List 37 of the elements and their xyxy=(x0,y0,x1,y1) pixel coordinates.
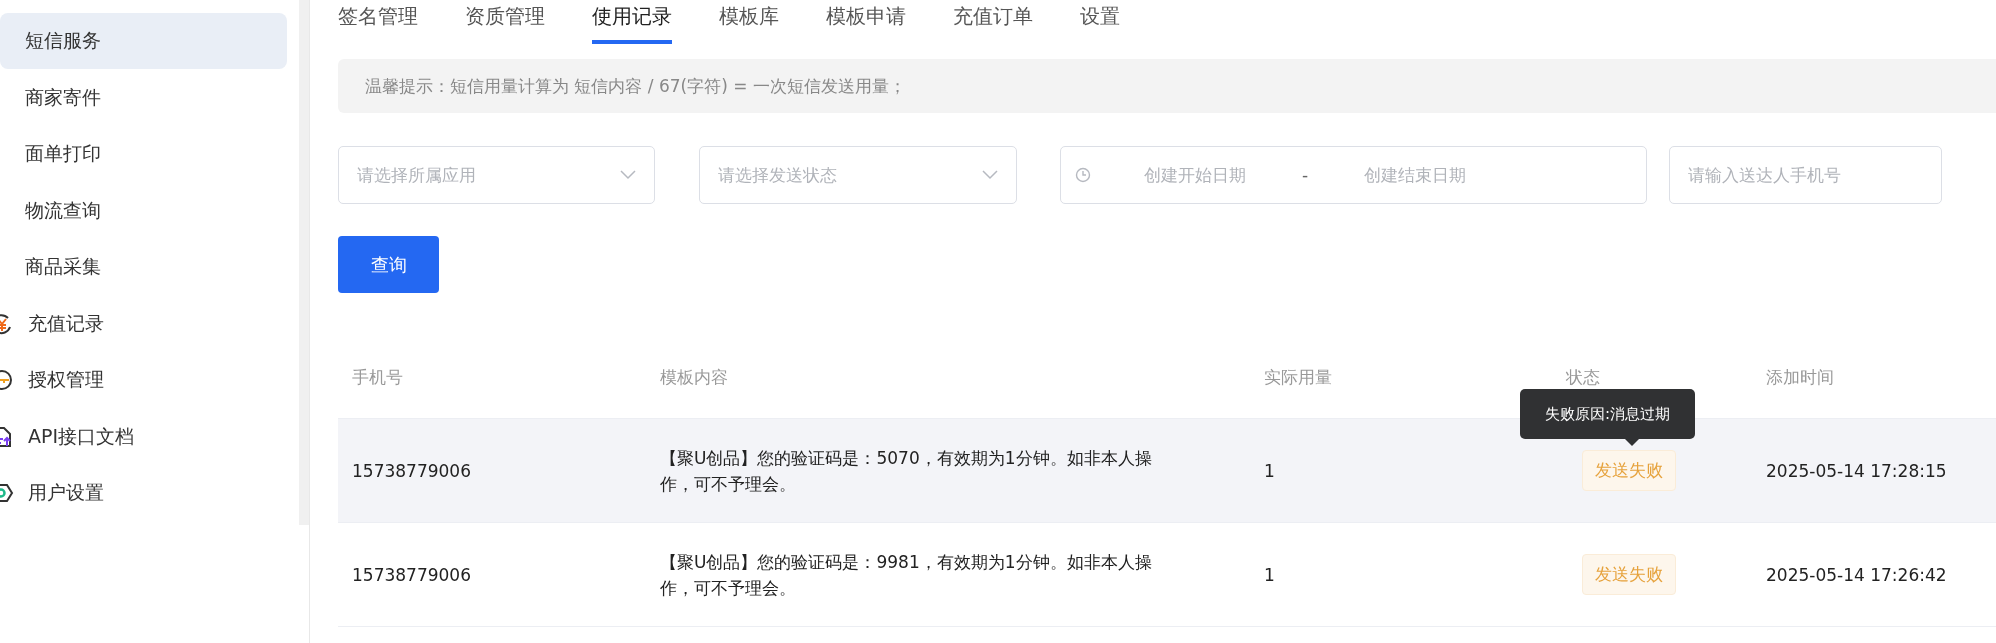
sidebar-item[interactable]: 用户设置 xyxy=(0,465,288,521)
tab[interactable]: 模板申请 xyxy=(826,0,906,44)
sidebar-item[interactable]: 物流查询 xyxy=(0,182,288,239)
usage-count: 1 xyxy=(1264,460,1275,481)
tab[interactable]: 使用记录 xyxy=(592,0,672,44)
phone-number: 15738779006 xyxy=(352,564,471,585)
notice-bar: 温馨提示：短信用量计算为 短信内容 / 67(字符) = 一次短信发送用量； xyxy=(338,59,1996,113)
tab[interactable]: 设置 xyxy=(1080,0,1120,44)
clock-icon xyxy=(1075,167,1091,183)
sidebar-item[interactable]: 短信服务 xyxy=(0,13,288,69)
usage-count: 1 xyxy=(1264,564,1275,585)
added-time: 2025-05-14 17:26:42 xyxy=(1766,564,1947,585)
sidebar-item[interactable]: 授权管理 xyxy=(0,352,288,408)
date-range-picker[interactable]: 创建开始日期 - 创建结束日期 xyxy=(1060,146,1647,204)
tab[interactable]: 资质管理 xyxy=(465,0,545,44)
column-header: 手机号 xyxy=(351,366,404,387)
column-header: 添加时间 xyxy=(1765,366,1835,387)
phone-number: 15738779006 xyxy=(352,460,471,481)
tab[interactable]: 充值订单 xyxy=(953,0,1033,44)
sidebar-item[interactable]: 面单打印 xyxy=(0,126,288,182)
sidebar-item[interactable]: 充值记录 xyxy=(0,295,288,352)
sidebar-item[interactable]: 商品采集 xyxy=(0,239,288,295)
chevron-down-icon xyxy=(620,170,636,180)
template-content: 【聚U创品】您的验证码是：9981，有效期为1分钟。如非本人操作，可不予理会。 xyxy=(660,550,1152,600)
tab[interactable]: 签名管理 xyxy=(338,0,418,44)
column-header: 实际用量 xyxy=(1263,366,1333,387)
template-content: 【聚U创品】您的验证码是：5070，有效期为1分钟。如非本人操作，可不予理会。 xyxy=(660,446,1152,496)
chevron-down-icon xyxy=(982,170,998,180)
query-button[interactable]: 查询 xyxy=(338,236,439,293)
added-time: 2025-05-14 17:28:15 xyxy=(1766,460,1947,481)
table-row[interactable]: 15738779006 【聚U创品】您的验证码是：9981，有效期为1分钟。如非本人操作，可不予理会。 1 发送失败 2025-05-14 17:26:42 xyxy=(338,523,1996,627)
sidebar-item[interactable]: API接口文档 xyxy=(0,408,288,465)
tab[interactable]: 模板库 xyxy=(719,0,779,44)
tooltip: 失败原因:消息过期 xyxy=(1520,389,1695,446)
column-header: 状态 xyxy=(1565,366,1601,387)
column-header: 模板内容 xyxy=(659,366,729,387)
sidebar-item[interactable]: 商家寄件 xyxy=(0,69,288,126)
